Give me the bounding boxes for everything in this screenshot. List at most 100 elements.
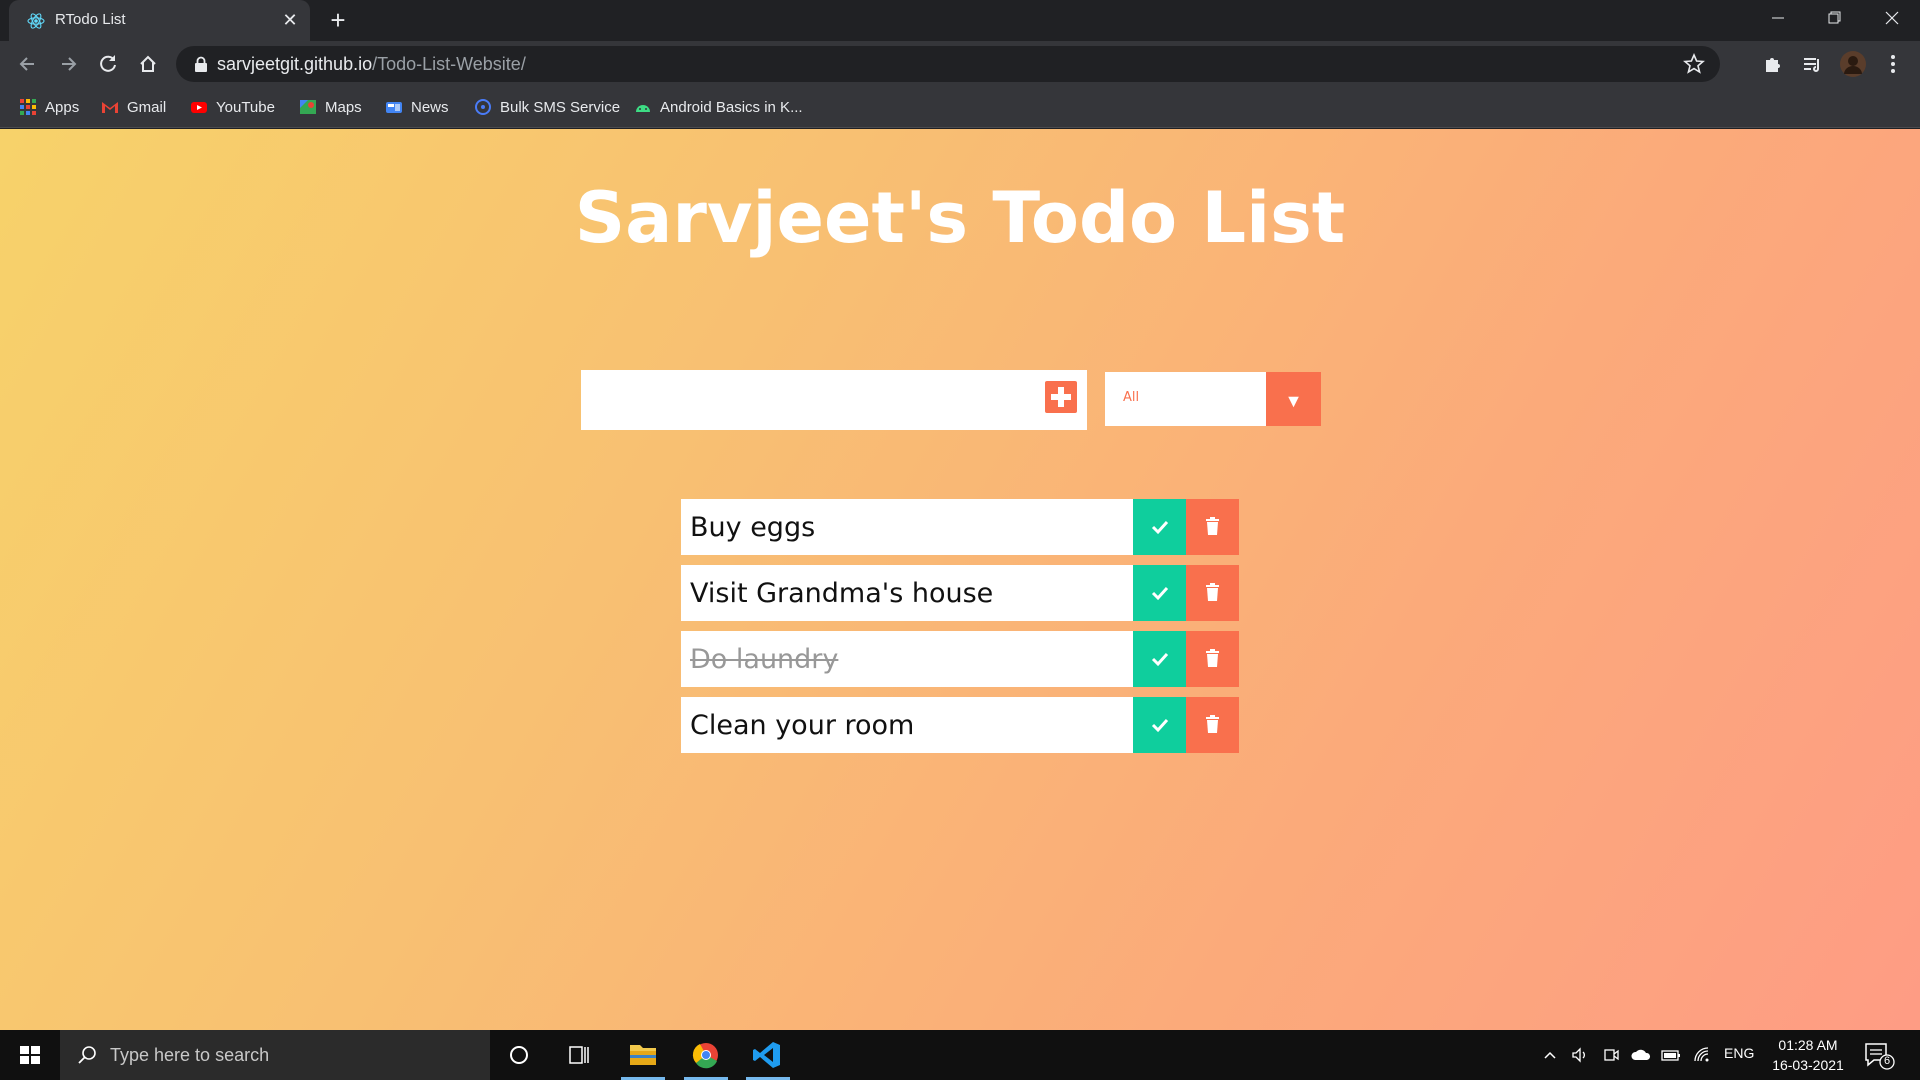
bookmark-gmail[interactable]: Gmail: [101, 96, 166, 118]
bookmark-android-basics[interactable]: Android Basics in K...: [634, 96, 803, 118]
filter-select[interactable]: All ▼: [1105, 372, 1321, 426]
meet-now-icon[interactable]: [1602, 1045, 1620, 1065]
task-view-button[interactable]: [551, 1030, 607, 1080]
home-icon[interactable]: [134, 50, 162, 78]
bookmark-bulk-sms[interactable]: Bulk SMS Service: [474, 96, 620, 118]
bookmark-label: News: [411, 98, 449, 116]
todo-text-box: Visit Grandma's house: [681, 565, 1133, 621]
clock-date: 16-03-2021: [1772, 1057, 1844, 1073]
notification-count: 6: [1883, 1055, 1891, 1067]
bookmark-maps[interactable]: Maps: [299, 96, 362, 118]
action-center-button[interactable]: 6: [1862, 1040, 1896, 1070]
window-minimize-button[interactable]: [1750, 0, 1806, 41]
input-language[interactable]: ENG: [1724, 1045, 1754, 1065]
browser-tab[interactable]: RTodo List ✕: [9, 0, 310, 41]
taskbar-file-explorer[interactable]: [615, 1030, 671, 1080]
todo-text: Clean your room: [690, 710, 915, 741]
android-icon: [636, 105, 650, 112]
close-icon: [1885, 11, 1899, 25]
bookmark-news[interactable]: News: [385, 96, 449, 118]
minimize-icon: [1772, 17, 1784, 19]
reload-icon[interactable]: [94, 50, 122, 78]
todo-list: Buy eggs Visit Grandma's house Do laundr…: [681, 499, 1239, 763]
delete-button[interactable]: [1186, 697, 1239, 753]
volume-icon[interactable]: [1570, 1045, 1590, 1065]
tab-close-icon[interactable]: ✕: [279, 9, 301, 31]
new-tab-button[interactable]: +: [323, 6, 353, 36]
restore-icon: [1828, 11, 1841, 24]
complete-button[interactable]: [1133, 697, 1186, 753]
bookmark-star-icon[interactable]: [1682, 52, 1706, 76]
back-arrow-icon[interactable]: [14, 50, 42, 78]
wifi-icon[interactable]: [1692, 1045, 1712, 1065]
system-clock[interactable]: 01:28 AM 16-03-2021: [1766, 1035, 1850, 1075]
dropdown-arrow-icon[interactable]: ▼: [1266, 372, 1321, 426]
taskbar-search[interactable]: Type here to search: [60, 1030, 490, 1080]
browser-menu-icon[interactable]: [1879, 50, 1907, 78]
react-icon: [27, 13, 45, 29]
browser-tab-strip: RTodo List ✕ +: [0, 0, 1920, 41]
check-icon: [1151, 586, 1169, 601]
delete-button[interactable]: [1186, 499, 1239, 555]
tray-overflow-chevron-icon[interactable]: [1542, 1045, 1558, 1065]
lock-icon: [195, 56, 207, 72]
delete-button[interactable]: [1186, 565, 1239, 621]
check-icon: [1151, 520, 1169, 535]
taskbar-chrome[interactable]: [678, 1030, 734, 1080]
bookmark-label: Maps: [325, 98, 362, 116]
windows-logo-icon: [20, 1046, 40, 1064]
delete-button[interactable]: [1186, 631, 1239, 687]
complete-button[interactable]: [1133, 499, 1186, 555]
address-bar[interactable]: sarvjeetgit.github.io/Todo-List-Website/: [176, 46, 1720, 82]
todo-text-box: Clean your room: [681, 697, 1133, 753]
add-todo-button[interactable]: [1045, 381, 1077, 413]
profile-avatar[interactable]: [1839, 50, 1867, 78]
news-icon: [386, 102, 402, 113]
check-icon: [1151, 652, 1169, 667]
bookmark-apps[interactable]: Apps: [19, 96, 79, 118]
browser-toolbar: sarvjeetgit.github.io/Todo-List-Website/: [0, 41, 1920, 87]
youtube-icon: [191, 102, 207, 113]
trash-icon: [1206, 715, 1219, 733]
complete-button[interactable]: [1133, 631, 1186, 687]
todo-item-completed: Do laundry: [681, 631, 1239, 687]
windows-taskbar: Type here to search ENG 01:28 AM 16-03-2…: [0, 1030, 1920, 1080]
bookmark-label: Bulk SMS Service: [500, 98, 621, 116]
window-close-button[interactable]: [1864, 0, 1920, 41]
folder-icon: [630, 1045, 656, 1065]
clock-time: 01:28 AM: [1778, 1037, 1838, 1053]
bookmark-label: YouTube: [216, 98, 275, 116]
taskbar-vscode[interactable]: [740, 1030, 796, 1080]
todo-text-box: Buy eggs: [681, 499, 1133, 555]
bookmark-label: Android Basics in K...: [660, 98, 803, 116]
start-button[interactable]: [0, 1030, 60, 1080]
battery-icon[interactable]: [1660, 1045, 1682, 1065]
task-view-icon: [569, 1046, 589, 1064]
todo-text-box: Do laundry: [681, 631, 1133, 687]
bookmark-youtube[interactable]: YouTube: [190, 96, 275, 118]
url-path: /Todo-List-Website/: [372, 54, 526, 74]
gmail-icon: [102, 102, 118, 113]
url-text: sarvjeetgit.github.io/Todo-List-Website/: [217, 54, 526, 75]
onedrive-cloud-icon[interactable]: [1630, 1045, 1652, 1065]
bulk-sms-icon: [475, 99, 491, 115]
todo-input[interactable]: [581, 370, 1087, 430]
cortana-button[interactable]: [491, 1030, 547, 1080]
window-restore-button[interactable]: [1806, 0, 1862, 41]
chrome-icon: [692, 1043, 718, 1069]
bookmarks-bar: Apps Gmail YouTube Maps News Bulk SMS Se…: [0, 87, 1920, 128]
maps-icon: [300, 100, 316, 114]
extensions-puzzle-icon[interactable]: [1758, 50, 1786, 78]
check-icon: [1151, 718, 1169, 733]
cortana-circle-icon: [510, 1046, 528, 1064]
forward-arrow-icon[interactable]: [54, 50, 82, 78]
trash-icon: [1206, 649, 1219, 667]
trash-icon: [1206, 517, 1219, 535]
filter-selected-value: All: [1123, 390, 1140, 405]
bookmark-label: Gmail: [127, 98, 167, 116]
page-title: Sarvjeet's Todo List: [574, 177, 1346, 259]
search-icon: [78, 1046, 96, 1064]
bookmark-label: Apps: [45, 98, 80, 116]
media-queue-icon[interactable]: [1798, 50, 1826, 78]
complete-button[interactable]: [1133, 565, 1186, 621]
